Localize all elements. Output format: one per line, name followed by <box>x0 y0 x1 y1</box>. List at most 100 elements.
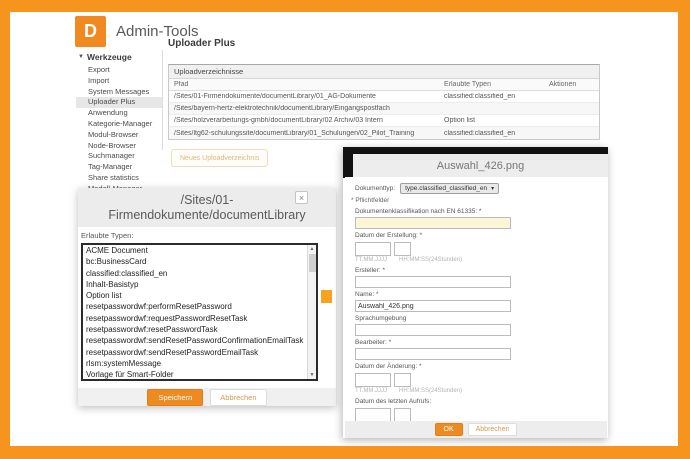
listbox-option[interactable]: resetpasswordwf:resetPasswordTask <box>83 324 316 335</box>
frame-border-top <box>0 0 690 12</box>
listbox-option[interactable]: ACME Document <box>83 245 316 256</box>
erstellung-time-input[interactable] <box>394 242 411 256</box>
sidebar-item-suchmanager[interactable]: Suchmanager <box>76 151 162 162</box>
frame-border-right <box>678 0 690 459</box>
table-row[interactable]: /Sites/01-Firmendokumente/documentLibrar… <box>169 91 599 103</box>
listbox-option[interactable]: resetpasswordwf:sendResetPasswordConfirm… <box>83 335 316 346</box>
dialog-header: /Sites/01-Firmendokumente/documentLibrar… <box>78 188 336 227</box>
sidebar-item-share-statistics[interactable]: Share statistics <box>76 173 162 184</box>
cancel-button[interactable]: Abbrechen <box>468 423 518 436</box>
required-fields-note: * Pflichtfelder <box>351 197 597 206</box>
sidebar-item-uploader-plus[interactable]: Uploader Plus <box>76 97 162 108</box>
scroll-up-icon[interactable]: ▲ <box>308 245 316 253</box>
tree-expand-icon: ▼ <box>78 54 84 60</box>
doctype-select[interactable]: type.classified_classified_en ▾ <box>400 183 499 194</box>
app-logo: D <box>75 16 106 47</box>
frame-border-left <box>0 0 10 459</box>
aufruf-time-input[interactable] <box>394 408 411 422</box>
sidebar-group-label: Werkzeuge <box>87 52 132 62</box>
dialog-top-bar <box>343 147 608 154</box>
scroll-down-icon[interactable]: ▼ <box>308 371 316 379</box>
sidebar-item-anwendung[interactable]: Anwendung <box>76 108 162 119</box>
cell-pfad: /Sites/bayern-hertz-elektrotechnik/docum… <box>169 105 444 112</box>
listbox-option[interactable]: Inhalt-Basistyp <box>83 279 316 290</box>
listbox-option[interactable]: resetpasswordwf:performResetPassword <box>83 301 316 312</box>
dialog-body: Erlaubte Typen: ACME Document bc:Busines… <box>78 227 336 381</box>
bearbeiter-input[interactable] <box>355 348 511 360</box>
aenderung-date-input[interactable] <box>355 373 391 387</box>
listbox-scrollbar[interactable]: ▲ ▼ <box>307 245 316 379</box>
obscured-orange-element <box>321 290 332 303</box>
listbox-option[interactable]: resetpasswordwf:sendResetPasswordEmailTa… <box>83 347 316 358</box>
cancel-button[interactable]: Abbrechen <box>210 389 266 406</box>
dialog-body: Dokumenttyp: type.classified_classified_… <box>345 177 607 421</box>
sidebar-divider <box>162 50 163 150</box>
column-header-pfad: Pfad <box>169 81 444 88</box>
sidebar-item-import[interactable]: Import <box>76 76 162 87</box>
chevron-down-icon: ▾ <box>491 185 494 192</box>
cell-pfad: /Sites/ltg62-schulungssite/documentLibra… <box>169 130 444 137</box>
field-label-aufruf: Datum des letzten Aufrufs: <box>355 398 597 407</box>
dialog-title: /Sites/01-Firmendokumente/documentLibrar… <box>106 193 308 223</box>
table-column-headers: Pfad Erlaubte Typen Aktionen <box>169 79 599 91</box>
date-format-hint: TT.MM.JJJJ <box>355 388 399 394</box>
document-properties-dialog: Auswahl_426.png Dokumenttyp: type.classi… <box>343 147 608 438</box>
dialog-footer: Speichern Abbrechen <box>78 388 336 406</box>
cell-typen: Option list <box>444 117 549 124</box>
listbox-option[interactable]: resetpasswordwf:requestPasswordResetTask <box>83 313 316 324</box>
ok-button[interactable]: OK <box>435 423 463 436</box>
sidebar-group-werkzeuge[interactable]: ▼ Werkzeuge <box>76 50 162 65</box>
listbox-option[interactable]: rlsm:systemMessage <box>83 358 316 369</box>
table-row[interactable]: /Sites/bayern-hertz-elektrotechnik/docum… <box>169 103 599 115</box>
time-format-hint: HH:MM:SS(24Stunden) <box>399 257 462 263</box>
column-header-aktionen: Aktionen <box>549 81 599 88</box>
field-label-ersteller: Ersteller: * <box>355 267 597 276</box>
sidebar-item-export[interactable]: Export <box>76 65 162 76</box>
close-icon[interactable]: × <box>295 191 308 204</box>
cell-typen: classified:classified_en <box>444 93 549 100</box>
table-row[interactable]: /Sites/ltg62-schulungssite/documentLibra… <box>169 127 599 139</box>
scrollbar-thumb[interactable] <box>309 254 316 272</box>
aenderung-time-input[interactable] <box>394 373 411 387</box>
table-panel-header: Uploadverzeichnisse <box>169 65 599 79</box>
sidebar: ▼ Werkzeuge Export Import System Message… <box>76 50 162 195</box>
sidebar-item-kategorie-manager[interactable]: Kategorie-Manager <box>76 119 162 130</box>
table-row[interactable]: /Sites/holzverarbeitungs-gmbh/documentLi… <box>169 115 599 127</box>
field-label-bearbeiter: Bearbeiter: * <box>355 339 597 348</box>
allowed-types-listbox[interactable]: ACME Document bc:BusinessCard classified… <box>81 243 318 381</box>
aufruf-date-input[interactable] <box>355 408 391 422</box>
sidebar-item-modul-browser[interactable]: Modul-Browser <box>76 130 162 141</box>
field-label-name: Name: * <box>355 291 597 300</box>
erstellung-date-input[interactable] <box>355 242 391 256</box>
sidebar-item-node-browser[interactable]: Node-Browser <box>76 141 162 152</box>
field-label-klassifikation: Dokumentenklassifikation nach EN 61335: … <box>355 208 597 217</box>
upload-directory-dialog: /Sites/01-Firmendokumente/documentLibrar… <box>78 188 336 406</box>
upload-directories-table: Uploadverzeichnisse Pfad Erlaubte Typen … <box>168 64 600 140</box>
doctype-label: Dokumenttyp: <box>355 185 395 192</box>
dialog-title: Auswahl_426.png <box>437 160 524 172</box>
admin-tools-page: D Admin-Tools ▼ Werkzeuge Export Import … <box>0 0 690 459</box>
sidebar-item-tag-manager[interactable]: Tag-Manager <box>76 162 162 173</box>
listbox-option[interactable]: bc:BusinessCard <box>83 256 316 267</box>
save-button[interactable]: Speichern <box>147 389 203 406</box>
klassifikation-input[interactable] <box>355 217 511 229</box>
name-input[interactable] <box>355 300 511 312</box>
field-label-erstellung: Datum der Erstellung: * <box>355 232 597 241</box>
doctype-selected-value: type.classified_classified_en <box>405 185 487 192</box>
cell-pfad: /Sites/01-Firmendokumente/documentLibrar… <box>169 93 444 100</box>
ersteller-input[interactable] <box>355 276 511 288</box>
date-format-hint: TT.MM.JJJJ <box>355 257 399 263</box>
cell-typen: classified:classified_en <box>444 130 549 137</box>
listbox-option[interactable]: Vorlage für Smart-Folder <box>83 369 316 380</box>
listbox-option[interactable]: Option list <box>83 290 316 301</box>
dialog-footer: OK Abbrechen <box>345 421 607 438</box>
field-label-sprachumgebung: Sprachumgebung <box>355 315 597 324</box>
sprachumgebung-input[interactable] <box>355 324 511 336</box>
page-title: Uploader Plus <box>168 38 235 49</box>
new-upload-directory-button[interactable]: Neues Uploadverzeichnis <box>171 149 268 167</box>
frame-border-bottom <box>0 446 690 459</box>
column-header-erlaubte-typen: Erlaubte Typen <box>444 81 549 88</box>
sidebar-item-system-messages[interactable]: System Messages <box>76 87 162 98</box>
allowed-types-label: Erlaubte Typen: <box>78 227 336 243</box>
listbox-option[interactable]: classified:classified_en <box>83 268 316 279</box>
